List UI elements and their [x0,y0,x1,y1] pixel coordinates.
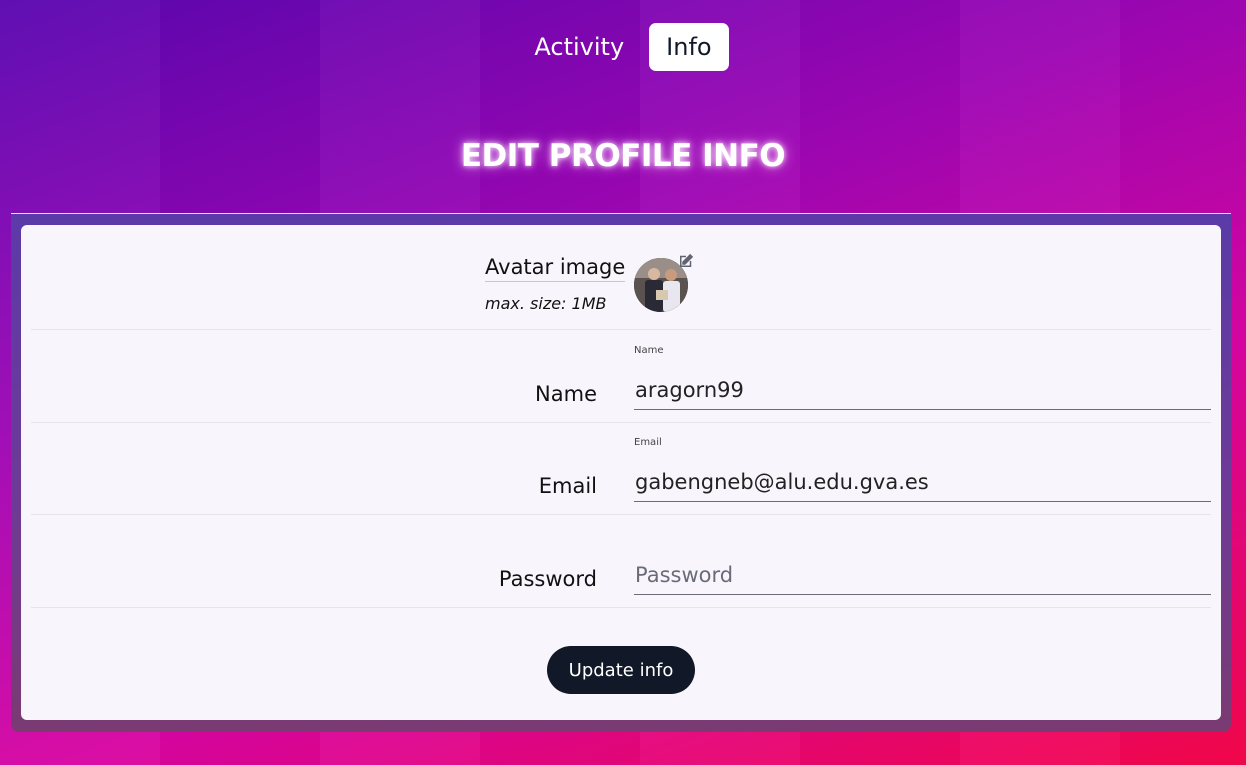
email-caption: Email [634,437,662,448]
name-row: Name Name [31,330,1211,423]
tab-info[interactable]: Info [649,23,729,71]
avatar-row: Avatar image max. size: 1MB [31,225,1211,330]
update-info-button[interactable]: Update info [547,646,695,694]
tab-activity[interactable]: Activity [517,23,641,71]
edit-icon[interactable] [677,252,695,270]
avatar-hint: max. size: 1MB [485,294,607,313]
password-label: Password [498,567,597,591]
email-label: Email [538,474,597,498]
avatar-label: Avatar image [485,255,626,282]
name-caption: Name [634,345,664,356]
password-row: Password [31,515,1211,608]
name-label: Name [535,382,597,406]
email-input[interactable] [634,462,1211,502]
email-row: Email Email [31,423,1211,515]
password-input[interactable] [634,555,1211,595]
tab-bar: Activity Info [0,23,1246,71]
profile-form: Avatar image max. size: 1MB Name Name Em… [21,225,1221,720]
name-input[interactable] [634,370,1211,410]
page-title: EDIT PROFILE INFO [460,138,786,174]
